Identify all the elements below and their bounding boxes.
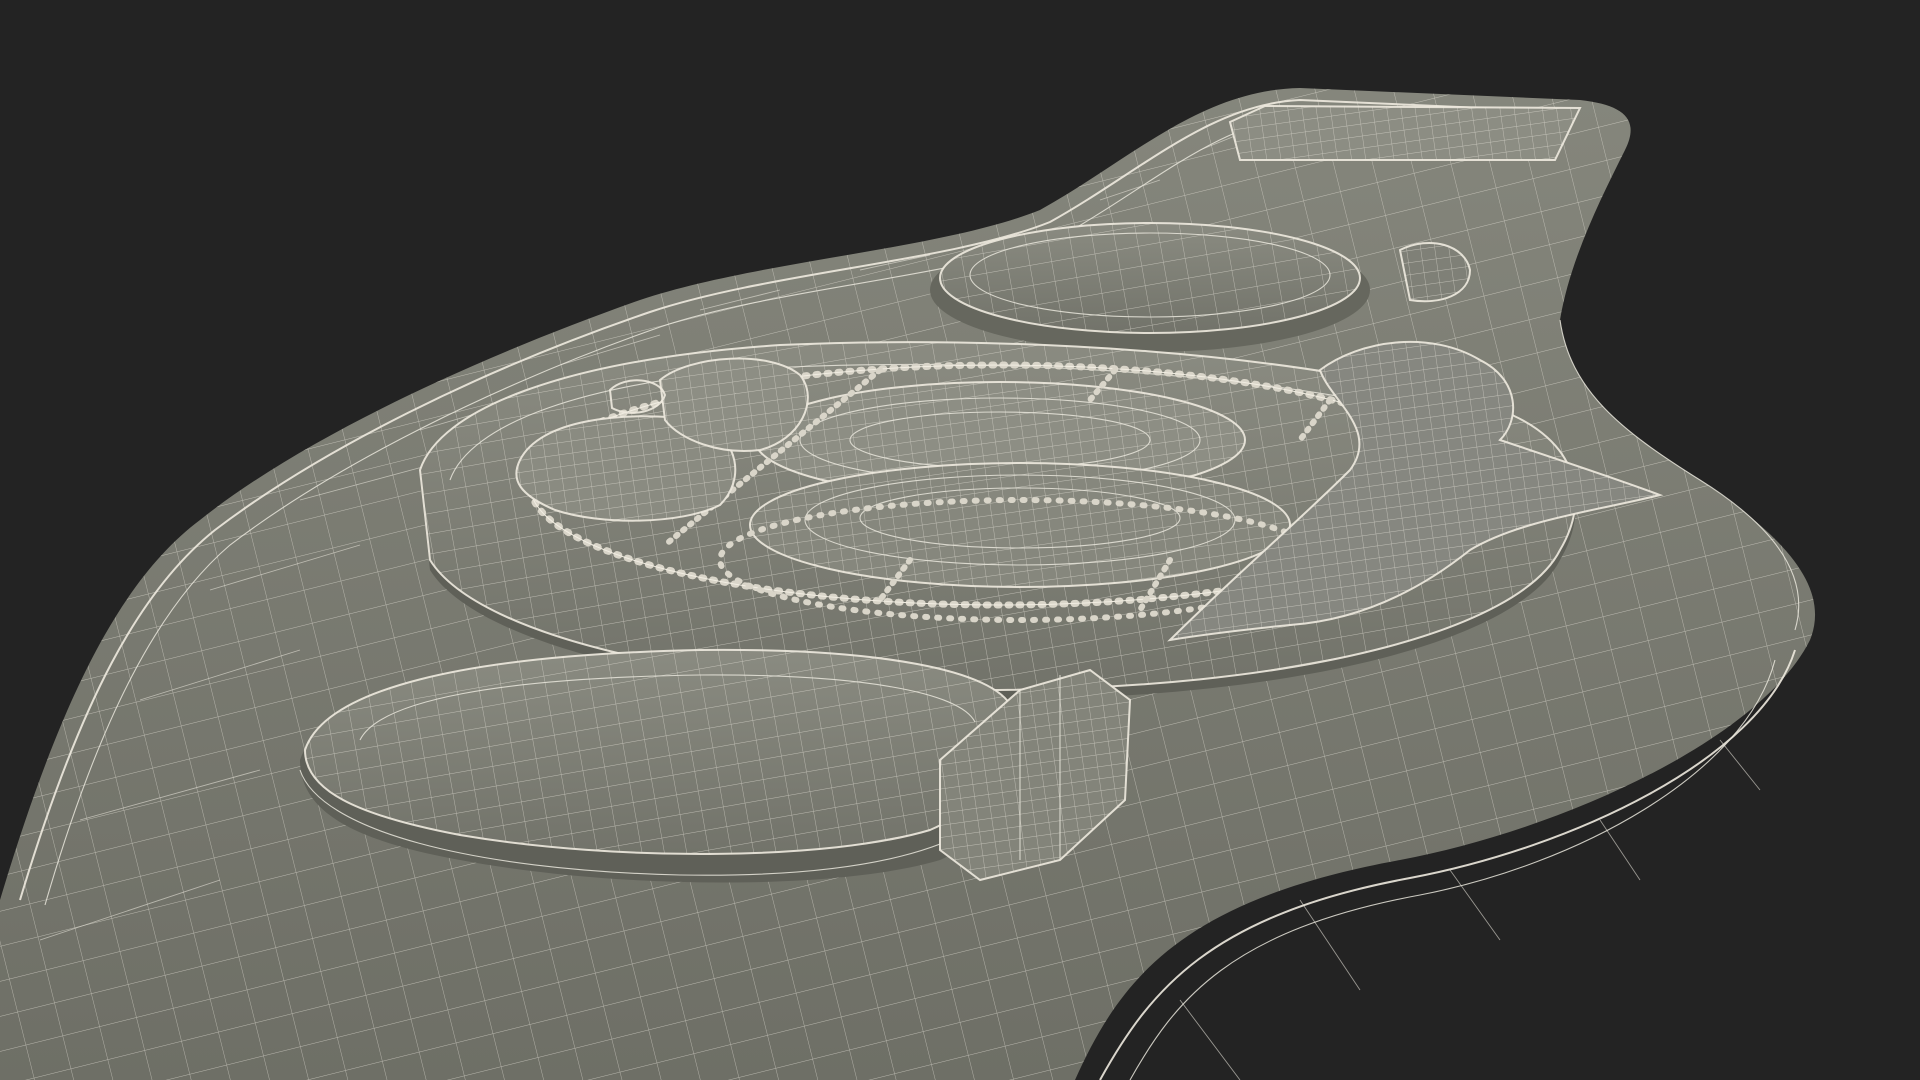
strap-end-tab (1228, 104, 1582, 161)
wireframe-render-canvas (0, 88, 1816, 1080)
